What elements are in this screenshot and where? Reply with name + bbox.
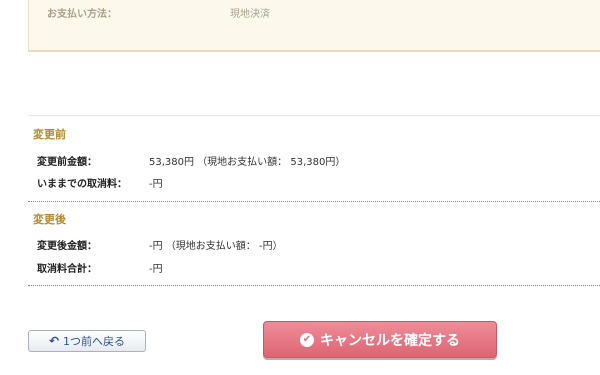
before-fee-label: いままでの取消料： [37,179,127,190]
confirm-cancel-label: キャンセルを確定する [320,332,460,349]
confirm-cancel-button[interactable]: ✔ キャンセルを確定する [263,321,497,358]
section-divider [28,115,600,116]
check-circle-icon: ✔ [300,332,314,347]
dotted-divider [28,285,600,286]
return-arrow-icon: ↶ [48,334,60,348]
after-title: 変更後 [33,213,66,226]
payment-method-box: お支払い方法： 現地決済 [28,0,600,52]
after-amount-label: 変更後金額： [37,241,97,252]
payment-method-value: 現地決済 [230,9,270,20]
after-fee-value: -円 [149,264,163,275]
before-fee-value: -円 [149,179,163,190]
back-button[interactable]: ↶ 1つ前へ戻る [28,330,146,352]
before-amount-value: 53,380円 （現地お支払い額： 53,380円） [149,157,346,168]
back-button-label: 1つ前へ戻る [63,335,126,348]
dotted-divider [28,201,600,202]
after-amount-value: -円 （現地お支払い額： -円） [149,241,283,252]
after-fee-label: 取消料合計： [37,264,97,275]
payment-method-label: お支払い方法： [47,9,117,20]
before-title: 変更前 [33,128,66,141]
before-amount-label: 変更前金額： [37,157,97,168]
